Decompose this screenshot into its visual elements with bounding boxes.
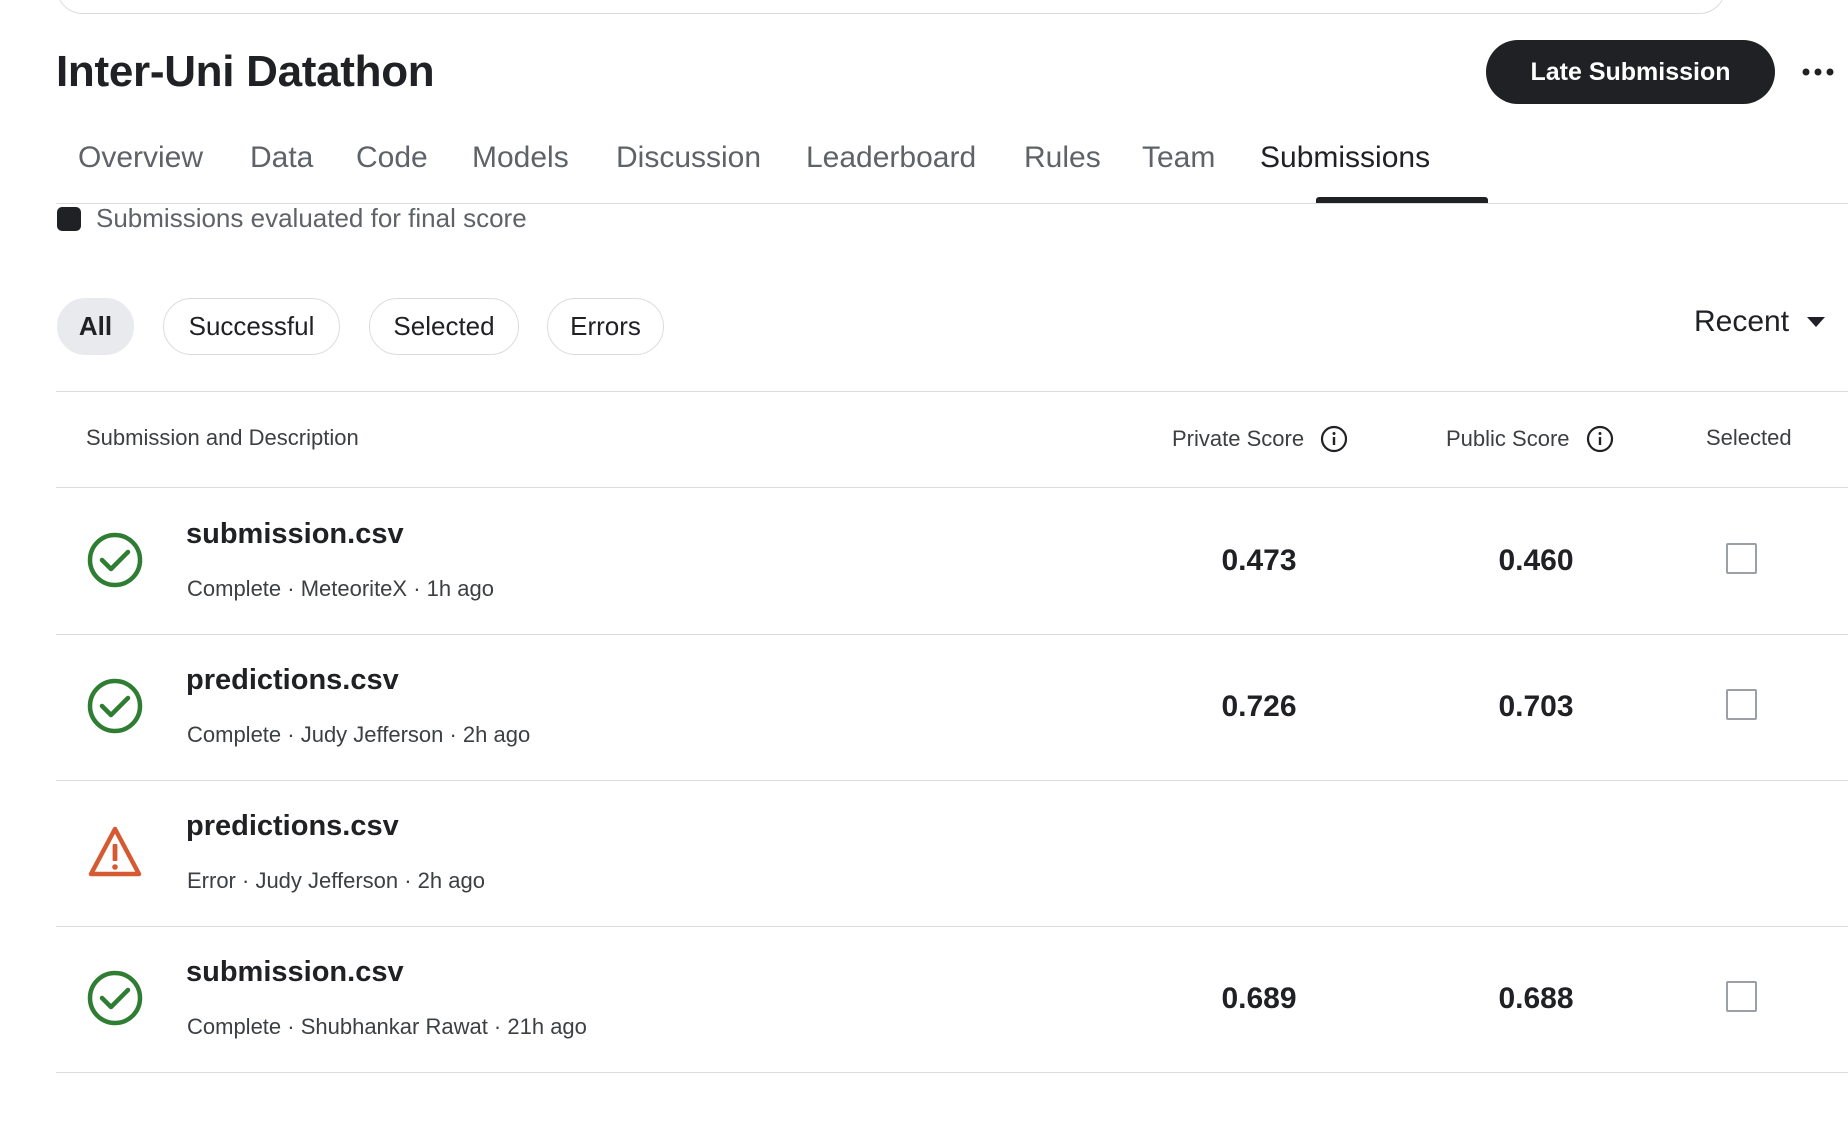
tab-submissions[interactable]: Submissions	[1260, 140, 1430, 176]
submission-meta: Complete · MeteoriteX · 1h ago	[187, 576, 494, 601]
tab-data[interactable]: Data	[250, 140, 313, 176]
private-score: 0.726	[1221, 690, 1297, 723]
header-selected: Selected	[1706, 425, 1792, 450]
public-score: 0.460	[1498, 544, 1574, 577]
submission-filename[interactable]: predictions.csv	[186, 810, 399, 843]
filter-all[interactable]: All	[57, 298, 134, 355]
header-public-score: Public Score	[1446, 425, 1614, 453]
info-icon[interactable]	[1586, 425, 1614, 453]
more-horizontal-icon[interactable]	[1796, 52, 1840, 92]
selected-checkbox[interactable]	[1726, 981, 1757, 1012]
check-circle-icon	[87, 970, 143, 1026]
tab-overview[interactable]: Overview	[78, 140, 203, 176]
sort-label: Recent	[1694, 305, 1790, 338]
tab-leaderboard[interactable]: Leaderboard	[806, 140, 976, 176]
sort-dropdown[interactable]: Recent	[1694, 305, 1826, 339]
tab-team[interactable]: Team	[1142, 140, 1215, 176]
filter-selected[interactable]: Selected	[369, 298, 519, 355]
submission-meta: Error · Judy Jefferson · 2h ago	[187, 868, 485, 893]
info-icon[interactable]	[1320, 425, 1348, 453]
tab-discussion[interactable]: Discussion	[616, 140, 761, 176]
submission-filename[interactable]: predictions.csv	[186, 664, 399, 697]
legend-swatch	[57, 206, 81, 231]
table-top-divider	[56, 391, 1848, 392]
table-row: submission.csv Complete · Shubhankar Raw…	[56, 926, 1848, 1073]
tab-models[interactable]: Models	[472, 140, 569, 176]
caret-down-icon	[1807, 317, 1826, 327]
table-row: predictions.csv Complete · Judy Jefferso…	[56, 634, 1848, 781]
late-submission-button[interactable]: Late Submission	[1486, 40, 1775, 104]
header-private-score: Private Score	[1172, 425, 1348, 453]
submission-filename[interactable]: submission.csv	[186, 518, 404, 551]
tab-bar: Overview Data Code Models Discussion Lea…	[56, 124, 1848, 204]
warning-triangle-icon	[88, 826, 142, 877]
final-score-legend: Submissions evaluated for final score	[57, 203, 527, 234]
tab-code[interactable]: Code	[356, 140, 428, 176]
page-title: Inter-Uni Datathon	[56, 47, 435, 96]
search-bar[interactable]	[56, 0, 1726, 14]
submission-filename[interactable]: submission.csv	[186, 956, 404, 989]
private-score: 0.473	[1221, 544, 1297, 577]
selected-checkbox[interactable]	[1726, 543, 1757, 574]
tab-rules[interactable]: Rules	[1024, 140, 1101, 176]
table-row: predictions.csv Error · Judy Jefferson ·…	[56, 780, 1848, 927]
check-circle-icon	[87, 532, 143, 588]
public-score: 0.703	[1498, 690, 1574, 723]
public-score: 0.688	[1498, 982, 1574, 1015]
submission-meta: Complete · Shubhankar Rawat · 21h ago	[187, 1014, 587, 1039]
check-circle-icon	[87, 678, 143, 734]
table-row: submission.csv Complete · MeteoriteX · 1…	[56, 488, 1848, 635]
private-score: 0.689	[1221, 982, 1297, 1015]
selected-checkbox[interactable]	[1726, 689, 1757, 720]
active-tab-indicator	[1316, 197, 1488, 203]
header-submission: Submission and Description	[86, 425, 359, 450]
filter-successful[interactable]: Successful	[163, 298, 340, 355]
filter-errors[interactable]: Errors	[547, 298, 664, 355]
legend-label: Submissions evaluated for final score	[96, 203, 527, 233]
submission-meta: Complete · Judy Jefferson · 2h ago	[187, 722, 531, 747]
